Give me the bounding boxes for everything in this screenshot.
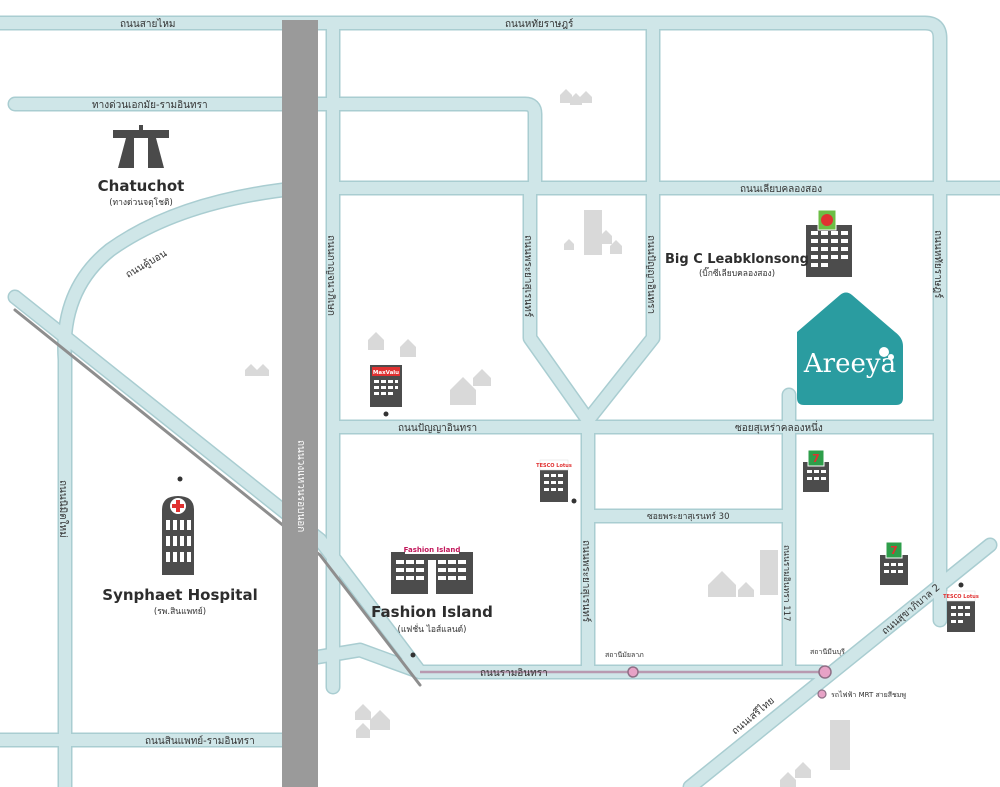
road-label-phraya-suren-2: ถนนพระยาสุเรนทร์: [580, 540, 592, 623]
road-label-sai-mai: ถนนสายไหม: [120, 18, 176, 30]
fashion-island-subtitle: (แฟชั่น ไอส์แลนด์): [398, 623, 467, 635]
road-label-nimit-mai: ถนนนิมิตใหม่: [57, 480, 69, 538]
expressway-diagonal: [13, 308, 422, 687]
station-label: สถานีมีนบุรี: [810, 648, 845, 656]
road-top-right: [0, 15, 948, 628]
house-icon: [368, 332, 416, 357]
areeya-house-logo: Areeya: [797, 292, 903, 405]
house-icon: [780, 762, 811, 787]
house-icon: [708, 571, 754, 597]
road-label-hathai-rat: ถนนหทัยราษฎร์: [505, 18, 574, 30]
road-label-soi-suhreh: ซอยสุเหร่าคลองหนึ่ง: [735, 420, 823, 434]
fashion-island-name: Fashion Island: [371, 603, 493, 621]
tower-icon: [760, 550, 778, 595]
seven-eleven-logo: 7: [890, 544, 898, 557]
tesco-logo: TESCO Lotus: [943, 594, 979, 600]
legend-label: รถไฟฟ้า MRT สายสีชมพู: [831, 690, 906, 699]
road-label-outer-ring: ถนนวงแหวนรอบนอก: [295, 440, 306, 532]
tower-icon: [584, 210, 602, 255]
tesco-store-icon: TESCO Lotus: [536, 459, 577, 504]
chatuchot-subtitle: (ทางด่วนจตุโชติ): [109, 197, 173, 208]
big-c-name: Big C Leabklonsong: [665, 252, 809, 267]
road-label-panya-intra-v: ถนนปัญญาอินทรา: [645, 235, 656, 314]
road-label-sinphaet-ramintra: ถนนสินแพทย์-รามอินทรา: [145, 735, 255, 747]
chatuchot-expressway-icon: [113, 125, 169, 168]
station-label: สถานีมัยลาภ: [605, 651, 644, 659]
maxvalu-logo: MaxValu: [373, 370, 399, 376]
hospital-building-icon: [162, 476, 194, 575]
seven-eleven-store-icon: 7: [880, 541, 908, 585]
road-label-phraya-suren: ถนนพระยาสุเรนทร์: [522, 235, 534, 318]
road-label-hathai-rat-right: ถนนหทัยราษฎร์: [932, 230, 944, 299]
big-c-subtitle: (บิ๊กซีเลียบคลองสอง): [699, 266, 775, 279]
road-label-liap-khlong-song: ถนนเลียบคลองสอง: [740, 183, 822, 195]
synphaet-name: Synphaet Hospital: [102, 586, 257, 604]
seven-eleven-logo: 7: [812, 452, 820, 465]
outer-ring-highway: [282, 20, 318, 787]
mrt-station-dot: [627, 666, 639, 678]
fashion-island-logo: Fashion Island: [404, 546, 461, 554]
road-label-khu-bon: ถนนคู้บอน: [124, 247, 170, 280]
house-icon: [245, 364, 269, 376]
road-label-ramintra: ถนนรามอินทรา: [480, 668, 548, 679]
tower-icon: [830, 720, 850, 770]
road-label-expressway: ทางด่วนเอกมัย-รามอินทรา: [92, 100, 208, 111]
road-label-soi-phraya-suren-30: ซอยพระยาสุเรนทร์ 30: [647, 511, 730, 522]
road-label-ramintra-117: ถนนรามอินทรา 117: [781, 545, 791, 622]
big-c-building-icon: [806, 209, 852, 277]
seven-eleven-store-icon: 7: [803, 449, 829, 492]
chatuchot-name: Chatuchot: [98, 177, 185, 195]
house-icon: [560, 89, 592, 105]
map-canvas: สถานีมัยลาภ สถานีมีนบุรี รถไฟฟ้า MRT สาย…: [0, 15, 1000, 787]
legend: รถไฟฟ้า MRT สายสีชมพู: [817, 689, 906, 699]
road-label-kanchanaphisek: ถนนกาญจนาภิเษก: [325, 235, 336, 316]
legend-station-icon: [817, 689, 827, 699]
location-map: สถานีมัยลาภ สถานีมีนบุรี รถไฟฟ้า MRT สาย…: [0, 0, 1000, 787]
maxvalu-store-icon: MaxValu: [370, 365, 402, 417]
house-icon: [355, 704, 390, 738]
tesco-store-icon: TESCO Lotus: [943, 582, 979, 632]
house-icon: [450, 369, 491, 405]
tesco-logo: TESCO Lotus: [536, 463, 572, 469]
road-label-panya-intra-h: ถนนปัญญาอินทรา: [398, 423, 477, 434]
mrt-station-dot: [818, 665, 832, 679]
synphaet-subtitle: (รพ.สินแพทย์): [154, 606, 206, 617]
